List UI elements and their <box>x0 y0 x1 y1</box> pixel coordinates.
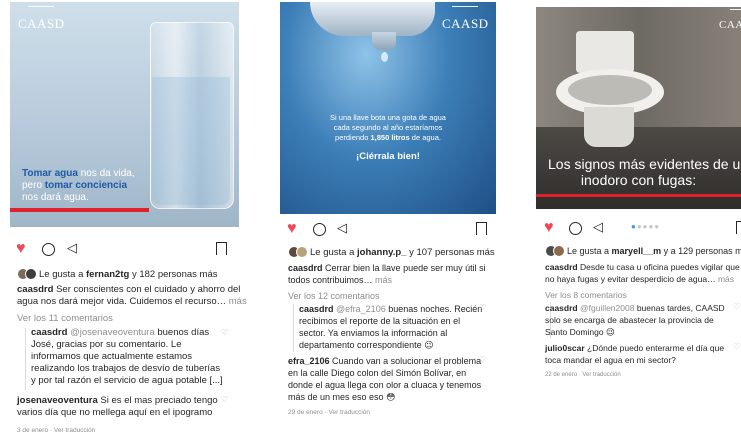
accent-line <box>536 194 741 197</box>
post-3-caption: caasdrd Desde tu casa u oficina puedes v… <box>545 262 740 284</box>
post-2-image[interactable]: CAASD Si una llave bota una gota de agua… <box>280 2 496 214</box>
reply-thread-line <box>25 328 26 390</box>
post-1: CAASD Tomar agua nos da vida, pero tomar… <box>0 0 250 437</box>
post-3-date: 22 de enero · Ver traducción <box>545 372 621 378</box>
share-icon[interactable]: ◁ <box>593 219 603 235</box>
post-2-date: 29 de enero · Ver traducción <box>288 409 371 416</box>
post-2-image-text: Si una llave bota una gota de agua cada … <box>330 113 446 162</box>
post-2-actions: ♥ ◁ <box>287 220 487 242</box>
post-3-comment: julio0scar ¿Dónde puedo enterarme el día… <box>545 343 725 365</box>
liker-avatars <box>545 245 565 257</box>
post-3-image[interactable]: CAASD Los signos más evidentes de un ino… <box>536 7 741 209</box>
post-1-image[interactable]: CAASD Tomar agua nos da vida, pero tomar… <box>10 2 239 227</box>
view-comments-link[interactable]: Ver los 12 comentarios <box>288 290 380 302</box>
toilet-illustration <box>576 31 634 73</box>
caasd-logo: CAASD <box>18 6 65 32</box>
bookmark-icon[interactable] <box>216 242 227 255</box>
post-2: CAASD Si una llave bota una gota de agua… <box>270 0 500 437</box>
post-1-reply: caasdrd @josenaveoventura buenos días Jo… <box>31 327 223 386</box>
liker-avatars <box>288 246 308 258</box>
post-3-actions: ♥ ◁ ● ●●●● <box>544 219 741 241</box>
post-1-comment: josenaveoventura Si es el mas preciado t… <box>17 395 218 418</box>
comment-like-icon[interactable]: ♡ <box>733 342 740 351</box>
accent-line <box>10 208 149 212</box>
post-3-image-text: Los signos más evidentes de un inodoro c… <box>548 156 741 188</box>
faucet-illustration <box>310 2 435 36</box>
comment-icon[interactable] <box>313 223 326 236</box>
share-icon[interactable]: ◁ <box>67 240 77 256</box>
post-2-caption: caasdrd Cerrar bien la llave puede ser m… <box>288 263 486 285</box>
post-1-likes: Le gusta a fernan2tg y 182 personas más <box>17 268 218 281</box>
post-1-actions: ♥ ◁ <box>16 240 236 262</box>
like-heart-icon[interactable]: ♥ <box>544 219 554 237</box>
reply-like-icon[interactable]: ♡ <box>221 328 228 337</box>
comment-like-icon[interactable]: ♡ <box>221 395 228 404</box>
carousel-dots-icon: ● ●●●● <box>631 222 661 231</box>
post-1-date: 3 de enero · Ver traducción <box>17 427 96 434</box>
post-3-reply: caasdrd @fguillen2008 buenas tardes, CAA… <box>545 303 725 337</box>
bookmark-icon[interactable] <box>736 221 741 234</box>
caasd-logo: CAASD <box>719 9 741 31</box>
like-heart-icon[interactable]: ♥ <box>287 220 297 238</box>
view-comments-link[interactable]: Ver los 8 comentarios <box>545 289 627 301</box>
post-3: CAASD Los signos más evidentes de un ino… <box>530 0 741 437</box>
bookmark-icon[interactable] <box>476 222 487 235</box>
reply-thread-line <box>293 304 294 352</box>
comment-icon[interactable] <box>42 243 55 256</box>
post-1-image-text: Tomar agua nos da vida, pero tomar conci… <box>22 168 135 203</box>
comment-icon[interactable] <box>569 222 582 235</box>
caasd-logo: CAASD <box>442 6 489 32</box>
reply-like-icon[interactable]: ♡ <box>733 302 740 311</box>
post-2-comment: efra_2106 Cuando van a solucionar el pro… <box>288 356 482 402</box>
post-1-caption: caasdrd Ser conscientes con el cuidado y… <box>17 284 247 307</box>
reply-like-icon[interactable]: ♡ <box>479 303 486 312</box>
post-3-likes: Le gusta a maryell__m y a 129 personas m… <box>545 245 741 257</box>
like-heart-icon[interactable]: ♥ <box>16 240 26 258</box>
comment-like-icon[interactable]: ♡ <box>479 355 486 364</box>
view-comments-link[interactable]: Ver los 11 comentarios <box>17 313 113 325</box>
liker-avatars <box>17 268 37 280</box>
share-icon[interactable]: ◁ <box>337 220 347 236</box>
post-2-reply: caasdrd @efra_2106 buenas noches. Recién… <box>299 304 483 350</box>
post-2-likes: Le gusta a johanny.p_ y 107 personas más <box>288 246 495 259</box>
